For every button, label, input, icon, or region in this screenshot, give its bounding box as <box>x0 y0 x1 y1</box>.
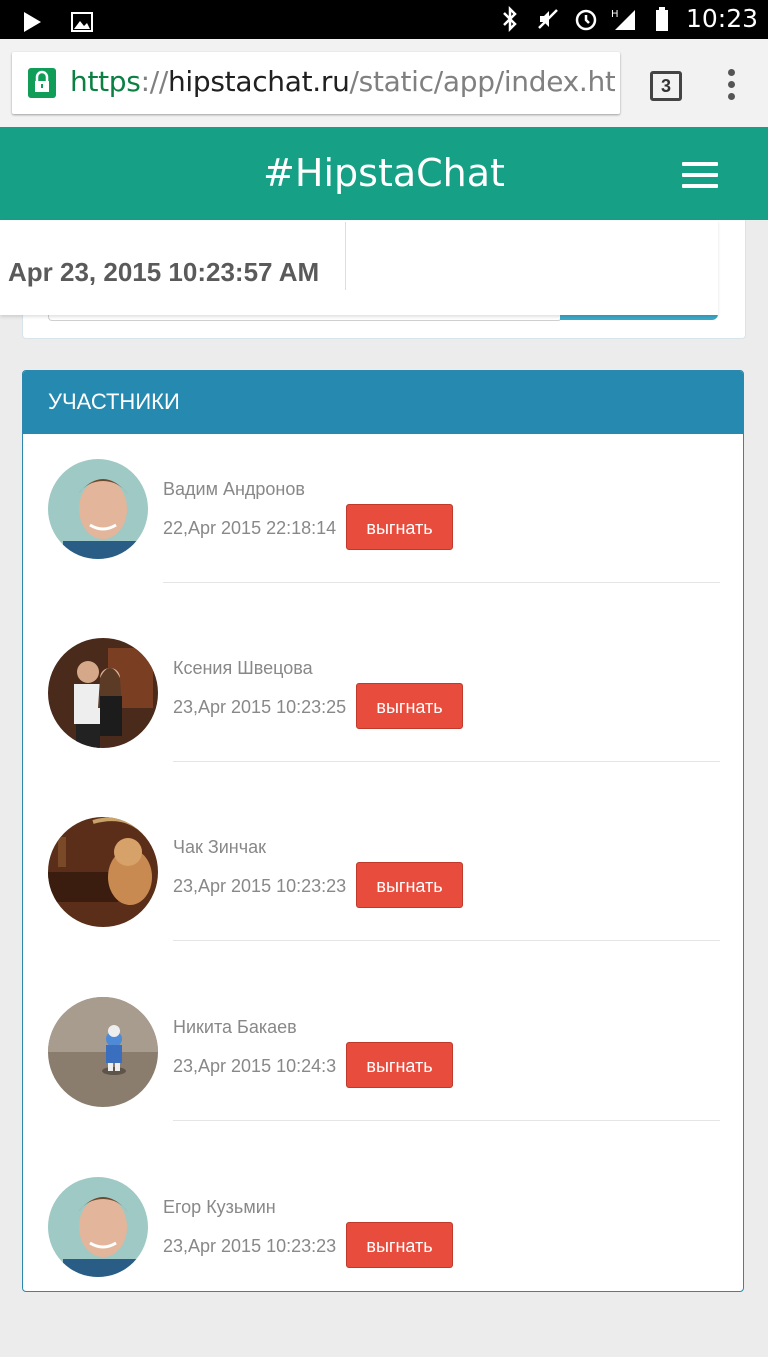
kick-button[interactable]: выгнать <box>346 1042 453 1088</box>
member-name: Никита Бакаев <box>173 1017 297 1037</box>
divider <box>173 761 720 762</box>
status-bar: H 10:23 <box>0 0 768 39</box>
member-date: 23,Apr 2015 10:23:23 <box>173 876 347 896</box>
member-name: Вадим Андронов <box>163 479 305 499</box>
signal-icon: H <box>610 5 638 33</box>
avatar <box>48 817 158 927</box>
alarm-icon <box>572 5 600 33</box>
member-row: Чак Зинчак 23,Apr 2015 10:23:23 выгнать <box>23 817 743 997</box>
image-icon <box>68 8 96 36</box>
avatar <box>48 997 158 1107</box>
tab-switcher-button[interactable]: 3 <box>650 71 682 101</box>
member-date: 23,Apr 2015 10:24:3 <box>173 1056 337 1076</box>
divider <box>345 222 346 290</box>
member-name: Чак Зинчак <box>173 837 267 857</box>
member-row: Ксения Швецова 23,Apr 2015 10:23:25 выгн… <box>23 638 743 818</box>
address-bar[interactable]: https://hipstachat.ru/static/app/index.h… <box>12 52 620 114</box>
lock-icon <box>28 68 56 98</box>
participants-title: УЧАСТНИКИ <box>23 371 743 434</box>
url-path: /static/app/index.html# <box>349 65 615 98</box>
kick-button[interactable]: выгнать <box>356 683 463 729</box>
app-title: #HipstaChat <box>263 151 505 195</box>
hamburger-menu-icon[interactable] <box>682 162 718 188</box>
url-text: https://hipstachat.ru/static/app/index.h… <box>70 65 615 98</box>
participants-panel: УЧАСТНИКИ Вадим Андронов 22,Apr 2015 22:… <box>22 370 744 1292</box>
avatar <box>48 1177 148 1277</box>
member-date: 23,Apr 2015 10:23:23 <box>163 1236 337 1256</box>
divider <box>173 1120 720 1121</box>
kick-button[interactable]: выгнать <box>346 1222 453 1268</box>
avatar <box>48 459 148 559</box>
app-header: #HipstaChat <box>0 127 768 220</box>
status-time: 10:23 <box>685 4 758 33</box>
url-host: hipstachat.ru <box>167 65 350 98</box>
divider <box>163 582 720 583</box>
member-name: Егор Кузьмин <box>163 1197 276 1217</box>
svg-text:H: H <box>611 9 619 20</box>
battery-icon <box>648 5 676 33</box>
url-scheme: https <box>70 65 141 98</box>
datetime-value: Apr 23, 2015 10:23:57 AM <box>8 257 320 287</box>
browser-menu-icon[interactable] <box>727 69 737 101</box>
avatar <box>48 638 158 748</box>
kick-button[interactable]: выгнать <box>356 862 463 908</box>
url-separator: :// <box>140 65 169 98</box>
member-date: 22,Apr 2015 22:18:14 <box>163 518 337 538</box>
mute-icon <box>534 5 562 33</box>
play-store-icon <box>18 8 46 36</box>
browser-toolbar: https://hipstachat.ru/static/app/index.h… <box>0 39 768 127</box>
member-date: 23,Apr 2015 10:23:25 <box>173 697 347 717</box>
member-name: Ксения Швецова <box>173 658 313 678</box>
bluetooth-icon <box>496 5 524 33</box>
datetime-popup: Apr 23, 2015 10:23:57 AM <box>0 220 718 315</box>
kick-button[interactable]: выгнать <box>346 504 453 550</box>
member-row: Егор Кузьмин 23,Apr 2015 10:23:23 выгнат… <box>23 1177 743 1357</box>
divider <box>173 940 720 941</box>
member-row: Никита Бакаев 23,Apr 2015 10:24:3 выгнат… <box>23 997 743 1177</box>
member-row: Вадим Андронов 22,Apr 2015 22:18:14 выгн… <box>23 459 743 639</box>
